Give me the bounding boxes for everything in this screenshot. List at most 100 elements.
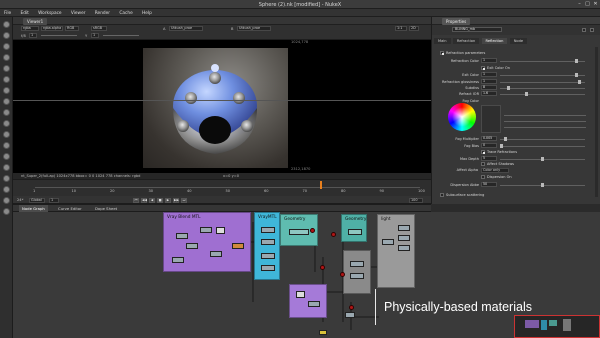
float-panel-icon[interactable] xyxy=(582,28,586,32)
dot-node-5[interactable] xyxy=(349,305,354,310)
affect-alpha-dropdown[interactable]: Color only xyxy=(481,168,509,173)
particles-tool-icon[interactable] xyxy=(3,153,10,160)
fog-color-rgb-fields[interactable] xyxy=(481,105,501,133)
blend-node-6[interactable] xyxy=(172,257,184,263)
geometry-node-1[interactable] xyxy=(289,229,309,235)
time-tool-icon[interactable] xyxy=(3,43,10,50)
subsurface-checkbox[interactable] xyxy=(440,193,444,197)
viewer-viewport[interactable]: 1024,778 2312,1870 xyxy=(13,40,431,173)
light-node-2[interactable] xyxy=(398,235,410,241)
tab-node-graph[interactable]: Node Graph xyxy=(19,205,48,212)
last-frame-icon[interactable]: ⏭ xyxy=(181,197,187,203)
light-node-1[interactable] xyxy=(398,225,410,231)
play-forward-icon[interactable]: ▶ xyxy=(165,197,171,203)
node-graph[interactable]: Vray Blend MTL VrayMTL Geometry Geometry… xyxy=(13,212,600,338)
backdrop-light[interactable]: light xyxy=(377,214,415,288)
gamma-field[interactable]: 1 xyxy=(91,33,99,38)
fog-color-slider-g[interactable] xyxy=(504,121,586,122)
backdrop-material-preview[interactable] xyxy=(289,284,327,318)
dot-node-4[interactable] xyxy=(340,272,345,277)
backdrop-vray-blend-mtl[interactable]: Vray Blend MTL xyxy=(163,212,251,272)
property-slider[interactable] xyxy=(500,183,585,187)
play-backward-icon[interactable]: ◀ xyxy=(149,197,155,203)
menu-render[interactable]: Render xyxy=(91,9,114,16)
tab-viewer[interactable]: Viewer1 xyxy=(23,18,48,25)
filter-tool-icon[interactable] xyxy=(3,76,10,83)
property-slider[interactable] xyxy=(500,144,585,148)
slider-handle[interactable] xyxy=(504,137,508,141)
property-value-field[interactable]: 0 xyxy=(481,143,497,148)
colorspace-dropdown[interactable]: RGB xyxy=(65,26,79,31)
property-slider[interactable] xyxy=(500,92,585,96)
properties-scrollbar[interactable] xyxy=(595,47,598,197)
stop-icon[interactable]: ■ xyxy=(157,197,163,203)
slider-handle[interactable] xyxy=(500,144,503,148)
property-slider[interactable] xyxy=(500,73,585,77)
tab-curve-editor[interactable]: Curve Editor xyxy=(55,205,85,212)
current-frame-field[interactable]: 1 xyxy=(49,197,59,203)
other-tool-icon[interactable] xyxy=(3,175,10,182)
tab-properties[interactable]: Properties xyxy=(442,18,471,25)
subtab-refraction[interactable]: Refraction xyxy=(452,38,480,44)
maximize-icon[interactable]: □ xyxy=(584,1,591,7)
property-value-field[interactable]: 1.6 xyxy=(481,91,497,96)
alpha-dropdown[interactable]: rgba.alpha xyxy=(41,26,63,31)
views-tool-icon[interactable] xyxy=(3,131,10,138)
subtab-reflection[interactable]: Reflection xyxy=(481,38,508,44)
gamma-slider[interactable] xyxy=(103,35,139,36)
scene-node-1[interactable] xyxy=(350,261,364,267)
vraymtl-node-1[interactable] xyxy=(261,227,275,233)
color-tool-icon[interactable] xyxy=(3,65,10,72)
property-slider[interactable] xyxy=(500,80,585,84)
wipe-line[interactable] xyxy=(13,100,431,101)
dot-node-2[interactable] xyxy=(320,265,325,270)
input-b-dropdown[interactable]: Utkush_proe xyxy=(237,26,271,31)
channels-dropdown[interactable]: rgba xyxy=(21,26,39,31)
blend-node-1[interactable] xyxy=(176,233,188,239)
menu-cache[interactable]: Cache xyxy=(115,9,136,16)
property-slider[interactable] xyxy=(500,137,585,141)
subtab-main[interactable]: Main xyxy=(434,38,451,44)
slider-handle[interactable] xyxy=(577,80,581,84)
merge-tool-icon[interactable] xyxy=(3,98,10,105)
property-slider[interactable] xyxy=(500,86,585,90)
image-tool-icon[interactable] xyxy=(3,21,10,28)
fog-color-slider-r[interactable] xyxy=(504,115,586,116)
backdrop-geometry-2[interactable]: Geometry xyxy=(341,214,367,242)
slider-handle[interactable] xyxy=(524,92,528,96)
dot-node-3[interactable] xyxy=(331,232,336,237)
viewer-node[interactable] xyxy=(319,330,327,335)
blend-node-3[interactable] xyxy=(186,243,198,249)
property-value-field[interactable]: 5 xyxy=(481,156,497,161)
dot-node-1[interactable] xyxy=(310,228,315,233)
vraymtl-node-3[interactable] xyxy=(261,253,275,259)
subtab-node[interactable]: Node xyxy=(509,38,528,44)
scene-node-2[interactable] xyxy=(350,273,364,279)
backdrop-vraymtl[interactable]: VrayMTL xyxy=(254,212,280,280)
property-slider[interactable] xyxy=(500,59,585,63)
property-value-field[interactable]: 1 xyxy=(481,72,497,77)
backdrop-scene[interactable] xyxy=(343,250,371,294)
affect-shadows-checkbox[interactable] xyxy=(481,162,485,166)
fog-color-slider-b[interactable] xyxy=(504,127,586,128)
metadata-tool-icon[interactable] xyxy=(3,142,10,149)
prev-keyframe-icon[interactable]: ◀◀ xyxy=(141,197,147,203)
preview-thumbnail[interactable] xyxy=(296,291,305,298)
lut-dropdown[interactable]: sRGB xyxy=(91,26,107,31)
gain-field[interactable]: 1 xyxy=(29,33,37,38)
menu-viewer[interactable]: Viewer xyxy=(67,9,90,16)
slider-handle[interactable] xyxy=(575,59,579,63)
property-value-field[interactable]: 8 xyxy=(481,85,497,90)
dispersion-on-checkbox[interactable] xyxy=(481,175,485,179)
close-panel-icon[interactable] xyxy=(590,28,594,32)
trace-refractions-checkbox[interactable] xyxy=(481,150,485,154)
property-value-field[interactable]: 50 xyxy=(481,182,497,187)
property-value-field[interactable]: 1 xyxy=(481,58,497,63)
minimize-icon[interactable]: – xyxy=(576,1,583,7)
close-icon[interactable]: ✕ xyxy=(592,1,599,7)
playhead[interactable] xyxy=(319,181,322,189)
gain-slider[interactable] xyxy=(41,35,77,36)
property-slider[interactable] xyxy=(500,157,585,161)
slider-handle[interactable] xyxy=(541,157,544,161)
menu-edit[interactable]: Edit xyxy=(16,9,32,16)
